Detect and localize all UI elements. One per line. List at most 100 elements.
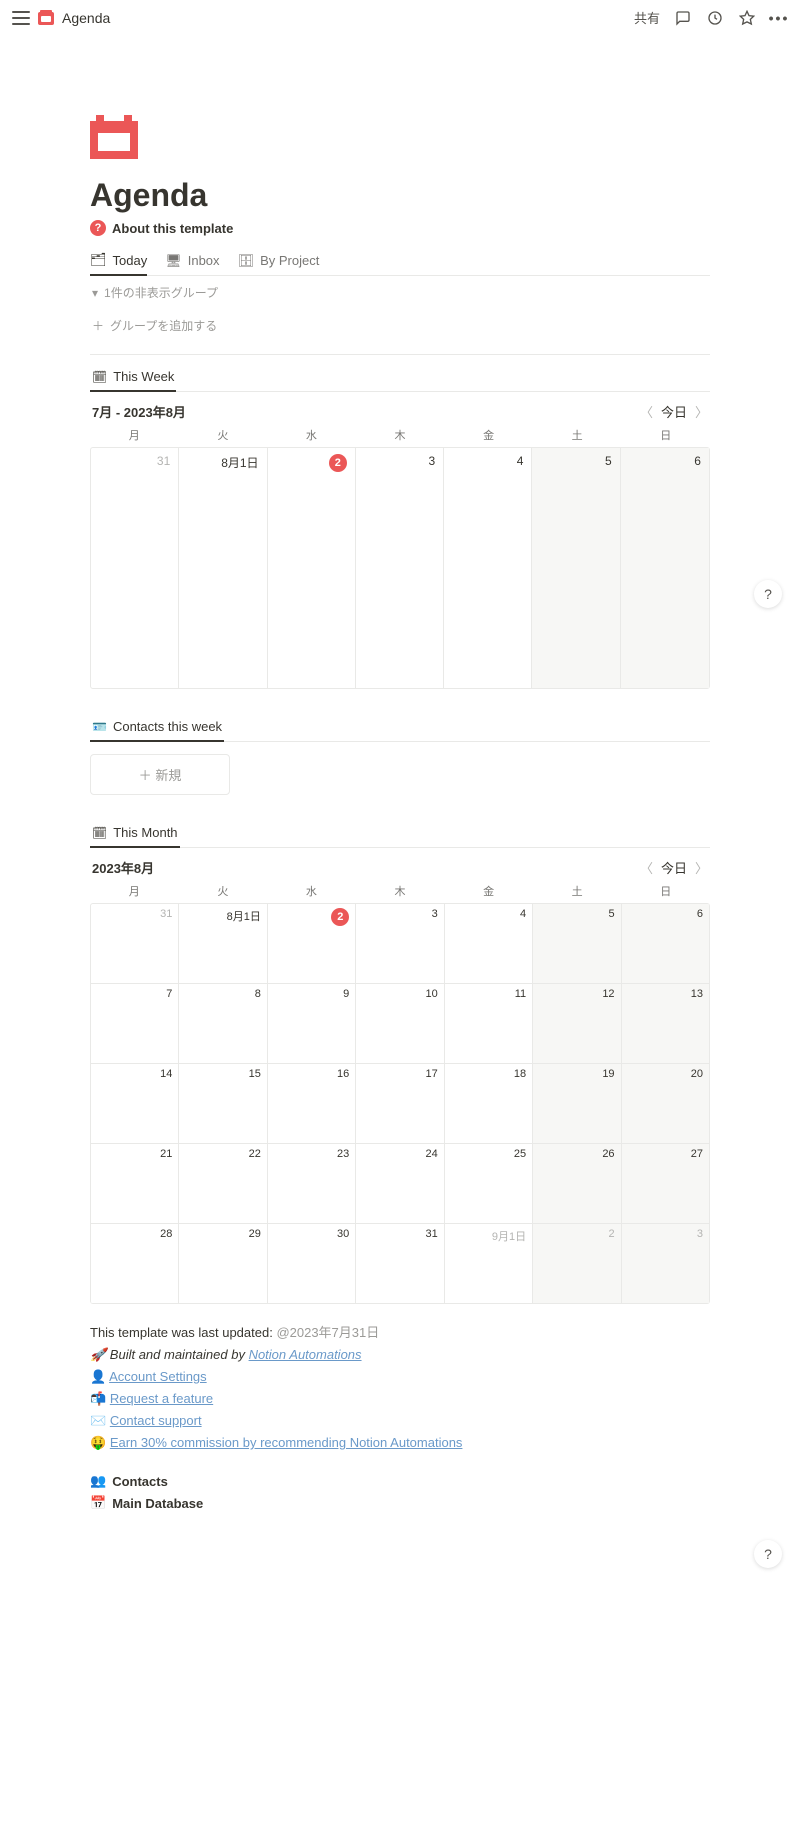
month-day-cell[interactable]: 20 [622, 1064, 710, 1144]
dow-label: 月 [90, 427, 179, 443]
request-feature-link[interactable]: Request a feature [110, 1391, 213, 1406]
question-icon: ? [90, 220, 106, 236]
comments-icon[interactable] [674, 9, 692, 27]
month-day-cell[interactable]: 17 [356, 1064, 444, 1144]
tab-this-week-label: This Week [113, 369, 174, 384]
account-settings-link[interactable]: Account Settings [109, 1369, 207, 1384]
week-day-cell[interactable]: 2 [268, 448, 356, 688]
page-icon[interactable] [90, 115, 138, 159]
calendar-view-icon: 🗓 [92, 370, 107, 384]
month-day-cell[interactable]: 24 [356, 1144, 444, 1224]
month-day-cell[interactable]: 9 [268, 984, 356, 1064]
month-day-cell[interactable]: 5 [533, 904, 621, 984]
month-calendar[interactable]: 318月1日2345678910111213141516171819202122… [90, 903, 710, 1304]
month-day-cell[interactable]: 27 [622, 1144, 710, 1224]
month-day-cell[interactable]: 8 [179, 984, 267, 1064]
month-prev-button[interactable]: 〈 [640, 858, 653, 877]
dow-label: 水 [267, 883, 356, 899]
main-db-link[interactable]: 📅Main Database [90, 1495, 710, 1511]
plus-icon: ＋ [139, 768, 152, 783]
add-group-label: グループを追加する [110, 317, 217, 334]
month-day-cell[interactable]: 2 [533, 1224, 621, 1304]
updates-icon[interactable] [706, 9, 724, 27]
more-icon[interactable]: ••• [770, 9, 788, 27]
tab-contacts-week[interactable]: 🪪 Contacts this week [90, 713, 224, 742]
chevron-down-icon: ▾ [92, 286, 98, 300]
month-day-cell[interactable]: 28 [91, 1224, 179, 1304]
about-template-link[interactable]: ? About this template [90, 220, 710, 236]
week-day-cell[interactable]: 8月1日 [179, 448, 267, 688]
tab-inbox[interactable]: 🖥 Inbox [165, 246, 219, 275]
week-prev-button[interactable]: 〈 [640, 402, 653, 421]
week-day-cell[interactable]: 31 [91, 448, 179, 688]
dow-label: 水 [267, 427, 356, 443]
calendar-db-icon: 📅 [90, 1495, 106, 1511]
dow-label: 土 [533, 427, 622, 443]
month-day-cell[interactable]: 22 [179, 1144, 267, 1224]
month-day-cell[interactable]: 9月1日 [445, 1224, 533, 1304]
week-day-cell[interactable]: 6 [621, 448, 709, 688]
month-day-cell[interactable]: 10 [356, 984, 444, 1064]
month-day-cell[interactable]: 15 [179, 1064, 267, 1144]
menu-icon[interactable] [12, 11, 30, 25]
week-day-cell[interactable]: 5 [532, 448, 620, 688]
tab-inbox-label: Inbox [188, 253, 220, 268]
money-face-icon: 🤑 [90, 1435, 106, 1450]
built-by-line: 🚀 Built and maintained by Notion Automat… [90, 1347, 710, 1363]
dow-label: 木 [356, 427, 445, 443]
month-day-cell[interactable]: 30 [268, 1224, 356, 1304]
month-day-cell[interactable]: 12 [533, 984, 621, 1064]
month-day-cell[interactable]: 3 [356, 904, 444, 984]
week-next-button[interactable]: 〉 [695, 402, 708, 421]
breadcrumb-title[interactable]: Agenda [62, 10, 110, 26]
affiliate-link[interactable]: Earn 30% commission by recommending Noti… [110, 1435, 463, 1450]
contact-support-link[interactable]: Contact support [110, 1413, 202, 1428]
today-view-icon: 🗂 [90, 252, 107, 268]
month-day-cell[interactable]: 23 [268, 1144, 356, 1224]
month-day-cell[interactable]: 26 [533, 1144, 621, 1224]
add-group-button[interactable]: ＋ グループを追加する [90, 309, 710, 355]
help-button[interactable]: ? [754, 580, 782, 608]
help-button[interactable]: ? [754, 1540, 782, 1568]
month-day-cell[interactable]: 7 [91, 984, 179, 1064]
new-contact-button[interactable]: ＋ 新規 [90, 754, 230, 795]
about-template-label: About this template [112, 221, 233, 236]
notion-automations-link[interactable]: Notion Automations [249, 1347, 362, 1362]
month-day-cell[interactable]: 11 [445, 984, 533, 1064]
new-contact-label: 新規 [155, 768, 181, 783]
month-range: 2023年8月 [92, 858, 154, 877]
dow-label: 火 [179, 427, 268, 443]
month-day-cell[interactable]: 18 [445, 1064, 533, 1144]
dow-label: 火 [179, 883, 268, 899]
month-day-cell[interactable]: 31 [356, 1224, 444, 1304]
week-day-cell[interactable]: 3 [356, 448, 444, 688]
tab-by-project[interactable]: 🗄 By Project [238, 246, 320, 275]
month-day-cell[interactable]: 29 [179, 1224, 267, 1304]
month-day-cell[interactable]: 3 [622, 1224, 710, 1304]
month-day-cell[interactable]: 16 [268, 1064, 356, 1144]
month-day-cell[interactable]: 13 [622, 984, 710, 1064]
favorite-icon[interactable] [738, 9, 756, 27]
month-day-cell[interactable]: 21 [91, 1144, 179, 1224]
week-day-cell[interactable]: 4 [444, 448, 532, 688]
month-today-button[interactable]: 今日 [661, 858, 687, 877]
month-day-cell[interactable]: 2 [268, 904, 356, 984]
week-today-button[interactable]: 今日 [661, 402, 687, 421]
contacts-db-link[interactable]: 👥Contacts [90, 1473, 710, 1489]
month-day-cell[interactable]: 25 [445, 1144, 533, 1224]
month-day-cell[interactable]: 31 [91, 904, 179, 984]
month-next-button[interactable]: 〉 [695, 858, 708, 877]
project-view-icon: 🗄 [238, 253, 255, 269]
month-day-cell[interactable]: 4 [445, 904, 533, 984]
dow-label: 土 [533, 883, 622, 899]
month-day-cell[interactable]: 8月1日 [179, 904, 267, 984]
month-day-cell[interactable]: 14 [91, 1064, 179, 1144]
hidden-groups-toggle[interactable]: ▾ 1件の非表示グループ [90, 276, 710, 309]
share-button[interactable]: 共有 [634, 8, 660, 27]
week-calendar[interactable]: 318月1日23456 [90, 447, 710, 689]
month-day-cell[interactable]: 19 [533, 1064, 621, 1144]
tab-this-week[interactable]: 🗓 This Week [90, 363, 176, 392]
tab-this-month[interactable]: 🗓 This Month [90, 819, 180, 848]
tab-today[interactable]: 🗂 Today [90, 246, 147, 276]
month-day-cell[interactable]: 6 [622, 904, 710, 984]
